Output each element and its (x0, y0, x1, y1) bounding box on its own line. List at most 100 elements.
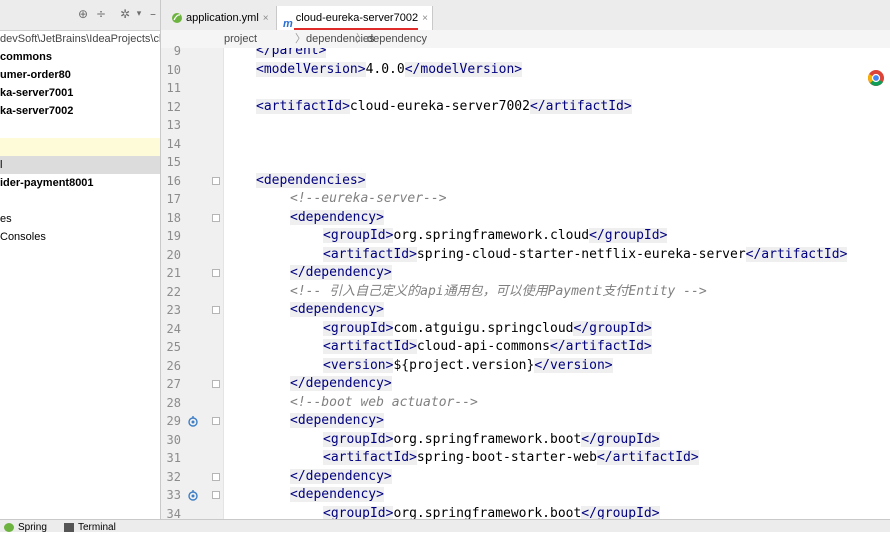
project-tree: devSoft\JetBrains\IdeaProjects\cl common… (0, 30, 160, 246)
xml-tag: </dependency> (290, 265, 392, 280)
fold-marker-icon[interactable] (212, 380, 220, 388)
tab-application-yml[interactable]: application.yml × (165, 6, 273, 30)
hide-panel-icon[interactable]: – (146, 7, 160, 21)
editor-tab-bar: application.yml × mcloud-eureka-server700… (161, 0, 890, 31)
project-panel: ⊕ ÷ ✲ ▾ – devSoft\JetBrains\IdeaProjects… (0, 0, 161, 531)
xml-tag: </version> (534, 357, 613, 373)
code-line[interactable]: <artifactId>spring-boot-starter-web</art… (323, 449, 699, 468)
line-number: 27 (166, 377, 181, 391)
code-line[interactable]: <!-- 引入自己定义的api通用包，可以使用Payment支付Entity -… (290, 283, 707, 302)
code-line[interactable]: <modelVersion>4.0.0</modelVersion> (256, 61, 523, 80)
code-line[interactable]: </parent> (256, 48, 327, 61)
code-line[interactable]: <artifactId>cloud-eureka-server7002</art… (256, 98, 632, 117)
terminal-tool-tab[interactable]: Terminal (64, 522, 116, 534)
spring-bean-icon[interactable] (187, 489, 199, 501)
line-number: 21 (166, 266, 181, 280)
tree-item-eureka-server7002[interactable]: ka-server7002 (0, 102, 160, 120)
code-line[interactable]: <groupId>org.springframework.boot</group… (323, 505, 660, 520)
line-number: 26 (166, 358, 181, 373)
tree-item-scratches-consoles[interactable]: Consoles (0, 228, 160, 246)
code-line[interactable]: </dependency> (290, 264, 392, 283)
tab-cloud-eureka-server7002[interactable]: mcloud-eureka-server7002 × (276, 6, 433, 30)
line-number: 14 (166, 136, 181, 151)
code-line[interactable]: <dependency> (290, 486, 384, 505)
line-number: 33 (166, 488, 181, 502)
xml-tag: </artifactId> (529, 98, 632, 114)
code-line[interactable]: <groupId>com.atguigu.springcloud</groupI… (323, 320, 652, 339)
code-line[interactable]: <version>${project.version}</version> (323, 357, 613, 376)
fold-marker-icon[interactable] (212, 417, 220, 425)
code-line[interactable]: <dependencies> (256, 172, 366, 191)
xml-tag: <artifactId> (323, 339, 417, 354)
line-number: 30 (166, 432, 181, 447)
code-line[interactable]: <artifactId>cloud-api-commons</artifactI… (323, 338, 652, 357)
chrome-icon[interactable] (866, 68, 886, 88)
fold-marker-icon[interactable] (212, 213, 220, 222)
xml-tag: </groupId> (589, 228, 668, 243)
line-number: 17 (166, 192, 181, 206)
chevron-down-icon[interactable]: ▾ (132, 7, 146, 21)
line-number: 23 (166, 303, 181, 317)
xml-text: 4.0.0 (365, 61, 405, 77)
sync-icon[interactable]: ⊕ (76, 7, 90, 21)
collapse-icon[interactable]: ÷ (94, 7, 108, 21)
xml-text: org.springframework.cloud (393, 228, 590, 243)
code-line[interactable]: <groupId>org.springframework.cloud</grou… (323, 227, 668, 246)
close-icon[interactable]: × (263, 13, 269, 24)
xml-tag: </groupId> (581, 431, 660, 447)
code-line[interactable]: </dependency> (290, 375, 392, 394)
line-number: 20 (166, 247, 181, 262)
tree-item[interactable] (0, 120, 160, 138)
code-line[interactable]: <dependency> (290, 209, 384, 228)
project-path[interactable]: devSoft\JetBrains\IdeaProjects\cl (0, 30, 160, 48)
close-icon[interactable]: × (422, 13, 428, 24)
xml-tag: <dependencies> (256, 172, 366, 188)
tree-item-external-libraries[interactable]: es (0, 210, 160, 228)
maven-icon: m (283, 18, 293, 31)
line-number: 16 (166, 173, 181, 188)
tab-label: cloud-eureka-server7002 (295, 12, 419, 24)
fold-marker-icon[interactable] (212, 491, 220, 499)
xml-tag: </artifactId> (745, 246, 848, 262)
fold-marker-icon[interactable] (212, 306, 220, 314)
fold-marker-icon[interactable] (212, 472, 220, 481)
spring-bean-icon[interactable] (187, 415, 199, 427)
xml-comment: <!--eureka-server--> (290, 191, 447, 206)
code-line[interactable]: <dependency> (290, 412, 384, 431)
line-number: 24 (166, 321, 181, 336)
fold-marker-icon[interactable] (212, 269, 220, 277)
xml-tag: </groupId> (573, 320, 652, 336)
spring-tool-tab[interactable]: Spring (4, 522, 47, 534)
tree-item-commons[interactable]: commons (0, 48, 160, 66)
fold-marker-icon[interactable] (212, 176, 220, 185)
tree-item-highlighted[interactable] (0, 138, 160, 156)
xml-comment: <!-- 引入自己定义的api通用包，可以使用Payment支付Entity -… (290, 283, 707, 299)
code-line[interactable]: <dependency> (290, 301, 384, 320)
tree-item-consumer-order80[interactable]: umer-order80 (0, 66, 160, 84)
tab-label: application.yml (186, 12, 259, 24)
breadcrumb-item-project[interactable]: project (224, 30, 257, 48)
xml-tag: <dependency> (290, 487, 384, 502)
xml-tag: <groupId> (323, 228, 394, 243)
line-number: 15 (166, 155, 181, 169)
xml-text: spring-boot-starter-web (416, 450, 597, 465)
xml-tag: <groupId> (323, 505, 394, 519)
spring-leaf-icon (172, 13, 182, 24)
xml-text: ${project.version} (393, 357, 535, 373)
code-line[interactable]: </dependency> (290, 468, 392, 487)
tree-item-selected[interactable]: l (0, 156, 160, 174)
tree-item-provider-payment8001[interactable]: ider-payment8001 (0, 174, 160, 192)
code-line[interactable]: <groupId>org.springframework.boot</group… (323, 431, 660, 450)
code-editor[interactable]: </parent> <modelVersion>4.0.0</modelVersi… (224, 48, 890, 519)
tree-item[interactable] (0, 192, 160, 210)
editor-gutter: 9 10 11 12 13 14 15 16 17 18 19 20 21 22 23 24 25 26 27 28 2… (161, 44, 224, 521)
code-line[interactable]: <!--boot web actuator--> (290, 394, 478, 413)
code-line[interactable]: <artifactId>spring-cloud-starter-netflix… (323, 246, 848, 265)
code-line[interactable]: <!--eureka-server--> (290, 190, 447, 209)
xml-text: cloud-api-commons (416, 339, 550, 354)
gear-icon[interactable]: ✲ (118, 7, 132, 21)
xml-text: org.springframework.boot (393, 505, 582, 520)
tree-item-eureka-server7001[interactable]: ka-server7001 (0, 84, 160, 102)
xml-comment: <!--boot web actuator--> (290, 394, 478, 410)
breadcrumb-item-dependency[interactable]: dependency (367, 30, 427, 48)
